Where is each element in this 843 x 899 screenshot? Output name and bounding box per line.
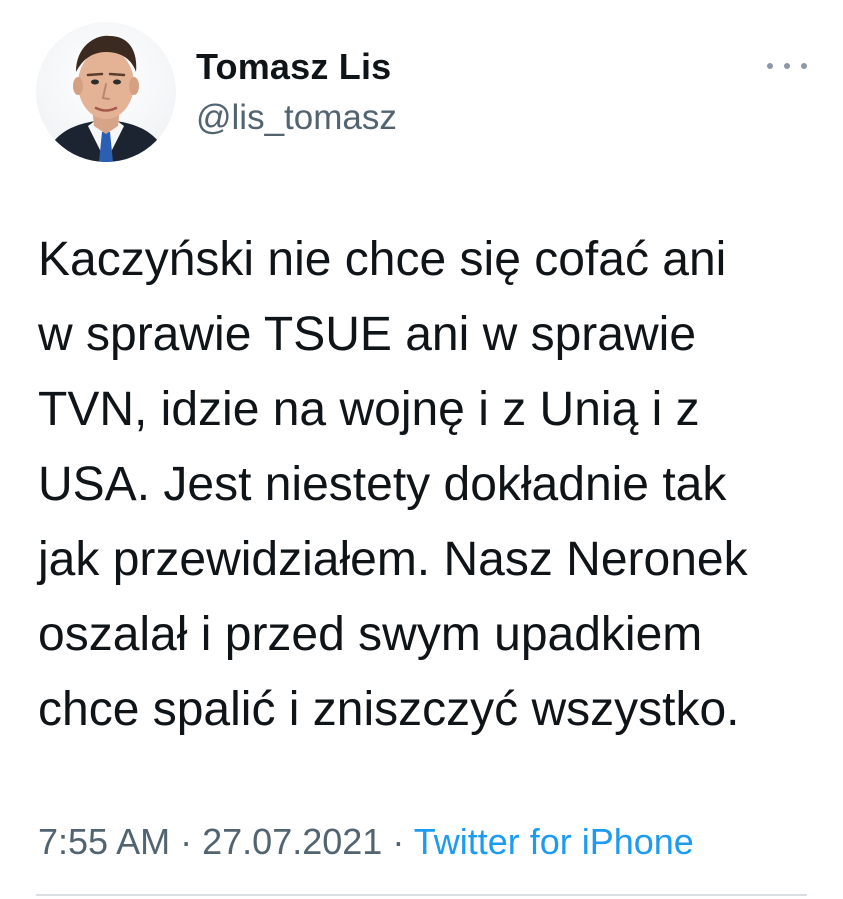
meta-separator: · <box>180 821 193 862</box>
tweet-text: Kaczyński nie chce się cofać ani w spraw… <box>38 222 818 747</box>
tweet-date[interactable]: 27.07.2021 <box>202 821 382 862</box>
tweet-text-line: w sprawie TSUE ani w sprawie <box>38 308 697 361</box>
more-options-button[interactable] <box>767 54 807 78</box>
tweet-time[interactable]: 7:55 AM <box>38 821 170 862</box>
tweet-metadata: 7:55 AM · 27.07.2021 · Twitter for iPhon… <box>38 818 694 866</box>
more-horizontal-icon <box>801 63 807 69</box>
author-handle[interactable]: @lis_tomasz <box>196 96 397 140</box>
tweet-text-line: Kaczyński nie chce się cofać ani <box>38 233 727 286</box>
tweet-source-link[interactable]: Twitter for iPhone <box>414 821 694 862</box>
profile-photo-icon <box>36 22 176 162</box>
meta-separator: · <box>392 821 405 862</box>
tweet-text-line: jak przewidziałem. Nasz Neronek <box>38 533 748 586</box>
tweet-text-line: USA. Jest niestety dokładnie tak <box>38 458 727 511</box>
more-horizontal-icon <box>767 63 773 69</box>
tweet-text-line: oszalał i przed swym upadkiem <box>38 608 703 661</box>
tweet-text-line: TVN, idzie na wojnę i z Unią i z <box>38 383 700 436</box>
divider <box>36 894 807 896</box>
tweet-text-line: chce spalić i zniszczyć wszystko. <box>38 683 740 736</box>
avatar[interactable] <box>36 22 176 162</box>
more-horizontal-icon <box>784 63 790 69</box>
tweet-card: Tomasz Lis @lis_tomasz Kaczyński nie chc… <box>0 0 843 899</box>
author-display-name[interactable]: Tomasz Lis <box>196 44 391 90</box>
